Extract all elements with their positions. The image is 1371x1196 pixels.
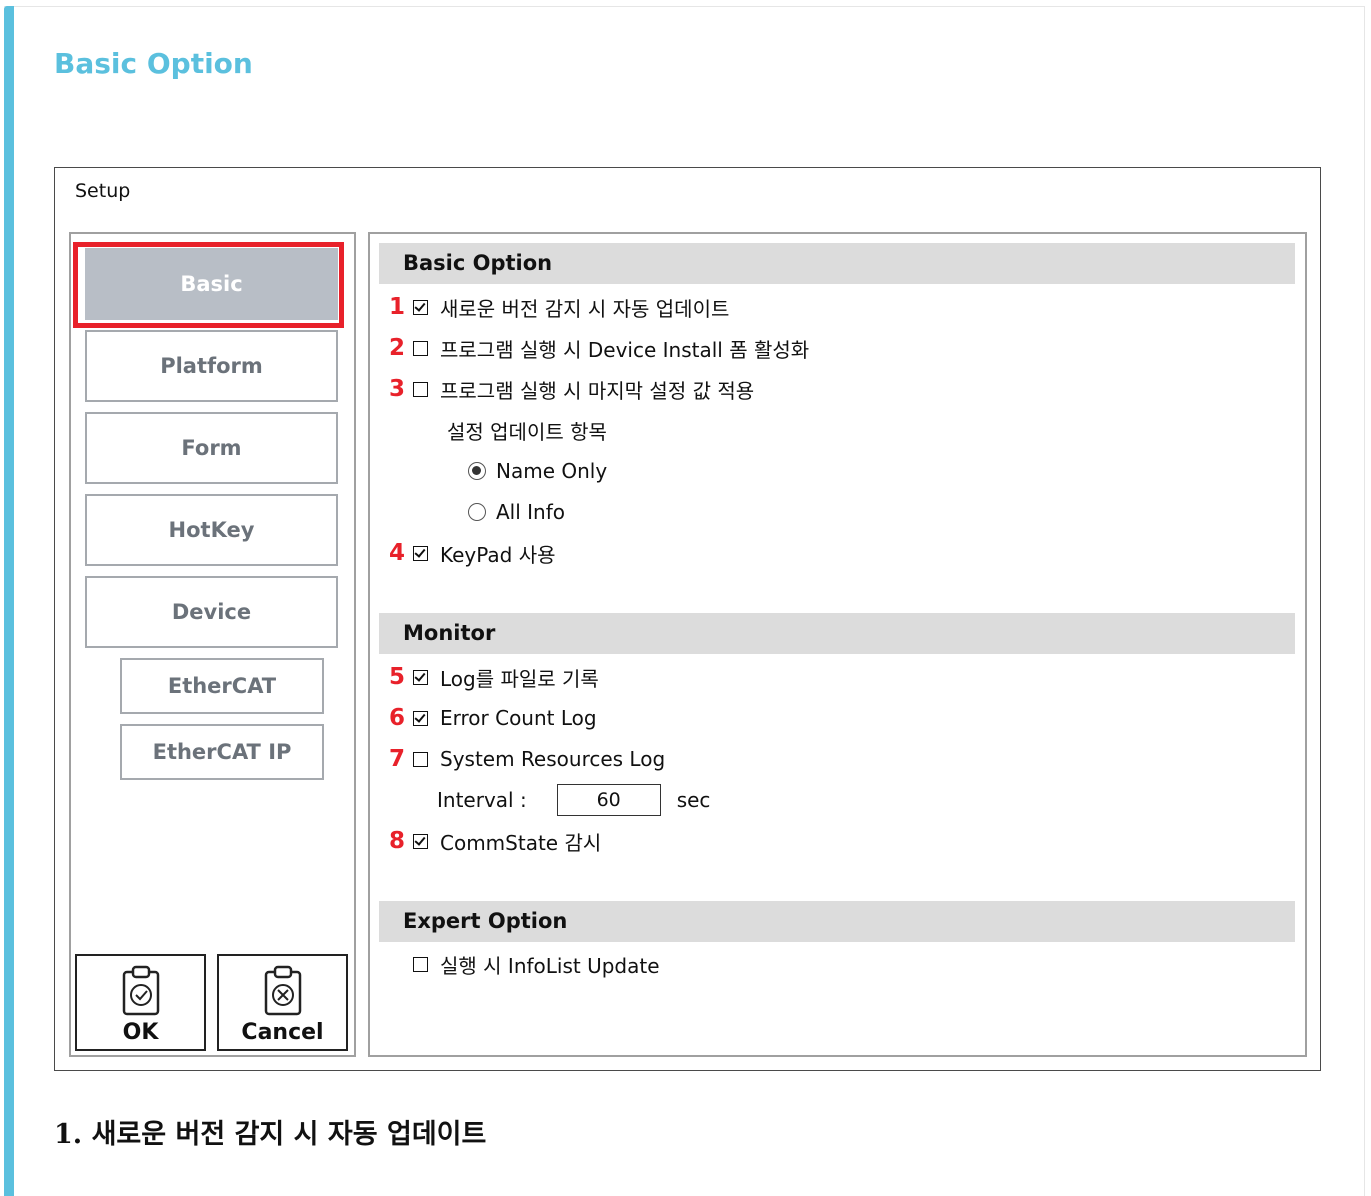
interval-row: Interval : 60 sec xyxy=(437,783,710,817)
monitor-item-6[interactable]: 6 Error Count Log xyxy=(389,701,597,735)
doc-heading: Basic Option xyxy=(54,47,253,80)
checkbox-label: System Resources Log xyxy=(440,747,666,771)
nav-ethercat-button[interactable]: EtherCAT xyxy=(120,658,324,714)
checkbox-label: KeyPad 사용 xyxy=(440,542,556,567)
item-number: 6 xyxy=(389,705,406,731)
basic-option-header: Basic Option xyxy=(379,243,1295,284)
item-number: 4 xyxy=(389,540,406,566)
monitor-header: Monitor xyxy=(379,613,1295,654)
radio-all-info[interactable]: All Info xyxy=(468,495,565,529)
radio-button[interactable] xyxy=(468,462,486,480)
nav-hotkey-button[interactable]: HotKey xyxy=(85,494,338,566)
setup-dialog: Setup Basic Platform Form HotKey Device … xyxy=(54,167,1321,1071)
radio-label: All Info xyxy=(496,500,566,524)
checkbox[interactable] xyxy=(413,956,428,972)
accent-bar xyxy=(4,6,14,1196)
highlight-box xyxy=(73,242,344,328)
options-panel: Basic Option 1 새로운 버전 감지 시 자동 업데이트 2 프로그… xyxy=(368,232,1307,1057)
interval-label: Interval : xyxy=(437,788,527,812)
checkbox[interactable] xyxy=(413,751,428,767)
basic-option-item-2[interactable]: 2 프로그램 실행 시 Device Install 폼 활성화 xyxy=(389,331,809,365)
nav-device-button[interactable]: Device xyxy=(85,576,338,648)
nav-platform-button[interactable]: Platform xyxy=(85,330,338,402)
interval-unit: sec xyxy=(676,788,711,812)
basic-option-item-1[interactable]: 1 새로운 버전 감지 시 자동 업데이트 xyxy=(389,290,729,324)
nav-ethercat-ip-button[interactable]: EtherCAT IP xyxy=(120,724,324,780)
item-number: 5 xyxy=(389,664,406,690)
ok-label: OK xyxy=(122,1020,159,1045)
checkbox[interactable] xyxy=(413,340,428,356)
checkbox[interactable] xyxy=(413,545,428,561)
cancel-button[interactable]: Cancel xyxy=(217,954,348,1051)
monitor-item-5[interactable]: 5 Log를 파일로 기록 xyxy=(389,660,599,694)
nav-panel: Basic Platform Form HotKey Device EtherC… xyxy=(69,232,356,1057)
monitor-item-8[interactable]: 8 CommState 감시 xyxy=(389,824,601,858)
item-number: 7 xyxy=(389,746,406,772)
clipboard-cancel-icon xyxy=(264,965,302,1016)
radio-name-only[interactable]: Name Only xyxy=(468,454,607,488)
radio-label: Name Only xyxy=(496,459,608,483)
item-number: 3 xyxy=(389,376,406,402)
checkbox-label: Log를 파일로 기록 xyxy=(440,666,599,691)
monitor-item-7[interactable]: 7 System Resources Log xyxy=(389,742,665,776)
update-items-label: 설정 업데이트 항목 xyxy=(447,419,607,444)
checkbox[interactable] xyxy=(413,669,428,685)
checkbox-label: 프로그램 실행 시 마지막 설정 값 적용 xyxy=(440,378,755,403)
cancel-label: Cancel xyxy=(241,1020,324,1045)
item-number: 8 xyxy=(389,828,406,854)
checkbox[interactable] xyxy=(413,299,428,315)
section-caption: 1. 새로운 버전 감지 시 자동 업데이트 xyxy=(54,1119,487,1150)
checkbox[interactable] xyxy=(413,833,428,849)
clipboard-check-icon xyxy=(122,965,160,1016)
basic-option-item-4[interactable]: 4 KeyPad 사용 xyxy=(389,536,556,570)
dialog-title: Setup xyxy=(75,180,131,202)
ok-button[interactable]: OK xyxy=(75,954,206,1051)
checkbox[interactable] xyxy=(413,381,428,397)
checkbox-label: CommState 감시 xyxy=(440,830,602,855)
checkbox-label: Error Count Log xyxy=(440,706,597,730)
checkbox-label: 새로운 버전 감지 시 자동 업데이트 xyxy=(440,296,730,321)
expert-option-header: Expert Option xyxy=(379,901,1295,942)
expert-option-item[interactable]: 실행 시 InfoList Update xyxy=(413,947,660,981)
item-number: 1 xyxy=(389,294,406,320)
checkbox[interactable] xyxy=(413,710,428,726)
nav-form-button[interactable]: Form xyxy=(85,412,338,484)
interval-input[interactable]: 60 xyxy=(556,784,661,816)
item-number: 2 xyxy=(389,335,406,361)
basic-option-item-3[interactable]: 3 프로그램 실행 시 마지막 설정 값 적용 xyxy=(389,372,754,406)
checkbox-label: 프로그램 실행 시 Device Install 폼 활성화 xyxy=(440,337,810,362)
checkbox-label: 실행 시 InfoList Update xyxy=(440,953,660,978)
radio-button[interactable] xyxy=(468,503,486,521)
